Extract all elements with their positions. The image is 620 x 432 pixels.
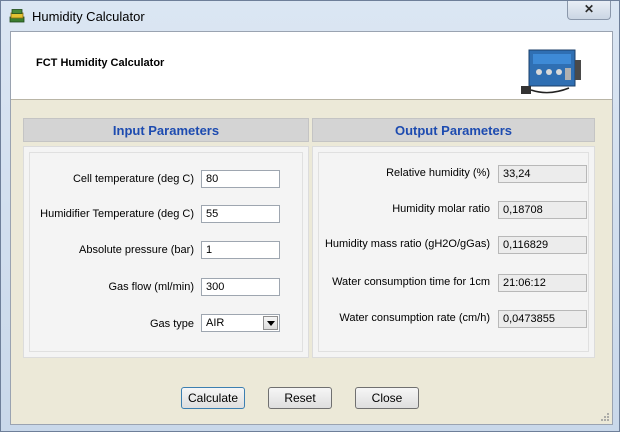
humidifier-temperature-input[interactable]: 55 bbox=[201, 205, 280, 223]
client-area: FCT Humidity Calculator Input Parameters… bbox=[10, 31, 613, 425]
app-icon bbox=[9, 9, 25, 23]
absolute-pressure-input[interactable]: 1 bbox=[201, 241, 280, 259]
input-panel-body: Cell temperature (deg C) 80 Humidifier T… bbox=[23, 146, 309, 358]
output-panel-title: Output Parameters bbox=[312, 118, 595, 142]
resize-grip-icon[interactable] bbox=[600, 412, 610, 422]
humidity-molar-ratio-label: Humidity molar ratio bbox=[392, 203, 490, 215]
header-title: FCT Humidity Calculator bbox=[36, 57, 165, 69]
output-panel-body: Relative humidity (%) 33,24 Humidity mol… bbox=[312, 146, 595, 358]
gas-flow-label: Gas flow (ml/min) bbox=[108, 281, 194, 293]
humidifier-temperature-label: Humidifier Temperature (deg C) bbox=[40, 208, 194, 220]
absolute-pressure-label: Absolute pressure (bar) bbox=[79, 244, 194, 256]
app-window: Humidity Calculator ✕ FCT Humidity Calcu… bbox=[0, 0, 620, 432]
humidity-mass-ratio-output: 0,116829 bbox=[498, 236, 587, 254]
gas-type-label: Gas type bbox=[149, 318, 194, 330]
calculate-button[interactable]: Calculate bbox=[181, 387, 245, 409]
window-close-button[interactable]: ✕ bbox=[567, 1, 611, 20]
cell-temperature-label: Cell temperature (deg C) bbox=[72, 173, 194, 185]
cell-temperature-input[interactable]: 80 bbox=[201, 170, 280, 188]
humidity-molar-ratio-output: 0,18708 bbox=[498, 201, 587, 219]
water-consumption-rate-label: Water consumption rate (cm/h) bbox=[339, 312, 490, 324]
water-consumption-rate-output: 0,0473855 bbox=[498, 310, 587, 328]
gas-flow-input[interactable]: 300 bbox=[201, 278, 280, 296]
close-icon: ✕ bbox=[583, 2, 595, 16]
humidity-mass-ratio-label: Humidity mass ratio (gH2O/gGas) bbox=[324, 238, 490, 250]
device-image bbox=[521, 49, 581, 94]
relative-humidity-output: 33,24 bbox=[498, 165, 587, 183]
input-panel: Input Parameters Cell temperature (deg C… bbox=[23, 118, 309, 362]
close-button[interactable]: Close bbox=[355, 387, 419, 409]
relative-humidity-label: Relative humidity (%) bbox=[386, 167, 490, 179]
window-title: Humidity Calculator bbox=[32, 9, 145, 24]
reset-button[interactable]: Reset bbox=[268, 387, 332, 409]
water-consumption-time-label: Water consumption time for 1cm bbox=[332, 276, 490, 288]
output-panel: Output Parameters Relative humidity (%) … bbox=[312, 118, 595, 362]
gas-type-select[interactable]: AIR bbox=[201, 314, 280, 332]
chevron-down-icon[interactable] bbox=[263, 316, 278, 330]
gas-type-value: AIR bbox=[206, 317, 225, 329]
input-panel-title: Input Parameters bbox=[23, 118, 309, 142]
water-consumption-time-output: 21:06:12 bbox=[498, 274, 587, 292]
title-bar[interactable]: Humidity Calculator ✕ bbox=[1, 1, 619, 31]
header-banner: FCT Humidity Calculator bbox=[11, 32, 612, 100]
